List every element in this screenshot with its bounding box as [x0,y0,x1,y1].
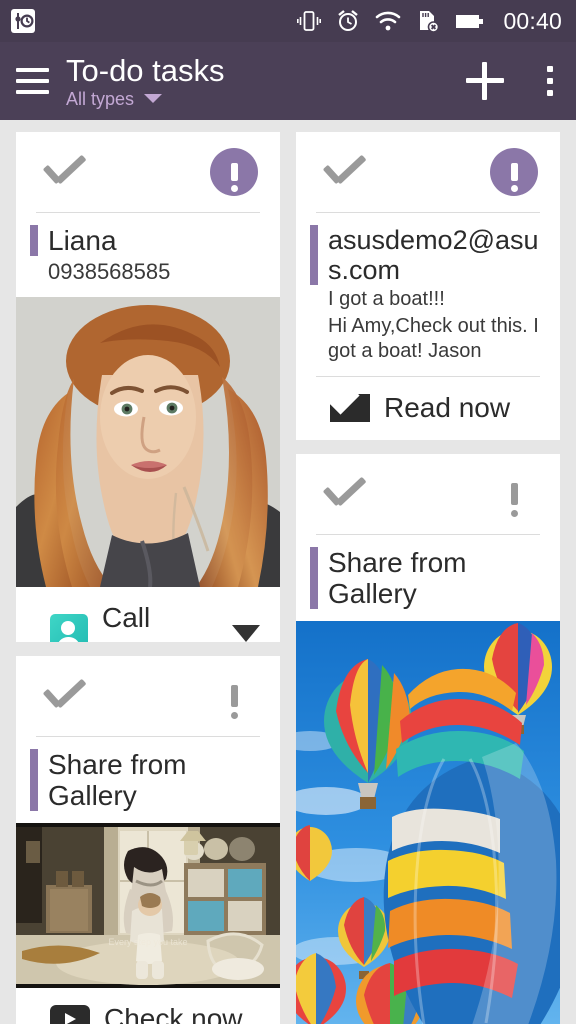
check-icon[interactable] [322,159,368,185]
card-action-label: Call now [102,602,153,643]
app-root: 00:40 To-do tasks All types Liana 093856… [0,0,576,1024]
task-card-call-liana[interactable]: Liana 0938568585 Call [16,132,280,643]
task-card-share-gallery-balloons[interactable]: Share from Gallery [296,454,560,1024]
task-card-share-gallery-video[interactable]: Share from Gallery Every step you take C… [16,656,280,1024]
accent-bar [30,225,38,256]
settings-clock-notification-icon [11,9,35,33]
alert-badge-filled-icon[interactable] [210,148,258,196]
card-body: Share from Gallery [16,737,280,823]
battery-icon [456,15,484,28]
card-title-row: asusdemo2@asus.com [310,225,544,285]
task-column-left: Liana 0938568585 Call Share from Gallery… [16,132,280,1024]
card-title: Share from Gallery [328,547,467,610]
play-icon [50,1005,90,1024]
card-subtitle: 0938568585 [48,259,171,284]
check-icon[interactable] [322,481,368,507]
card-title: Liana [48,225,117,256]
overflow-menu-icon[interactable] [544,63,556,99]
card-title: Share from Gallery [48,749,187,812]
mail-icon [330,394,370,422]
type-filter-label: All types [66,88,135,109]
card-header [16,132,280,212]
card-body: asusdemo2@asus.com I got a boat!!! Hi Am… [296,213,560,376]
alert-exclamation-icon[interactable] [210,672,258,720]
status-bar-clock: 00:40 [503,7,562,34]
chevron-down-icon [144,94,163,103]
add-task-button[interactable] [466,62,504,100]
check-icon[interactable] [42,683,88,709]
task-board: Liana 0938568585 Call Share from Gallery… [0,120,576,1024]
task-column-right: asusdemo2@asus.com I got a boat!!! Hi Am… [296,132,560,1024]
alert-exclamation-icon[interactable] [490,470,538,518]
card-action-read-now[interactable]: Read now [296,377,560,440]
email-preview: Hi Amy,Check out this. I got a boat! Jas… [328,315,539,362]
sdcard-error-icon [420,11,440,33]
wifi-icon [376,11,401,31]
accent-bar [310,225,318,285]
svg-text:Every step you take: Every step you take [108,937,187,947]
title-block: To-do tasks All types [66,52,225,109]
card-action-label: Read now [384,392,511,423]
card-title-row: Liana [30,225,264,256]
task-card-read-email[interactable]: asusdemo2@asus.com I got a boat!!! Hi Am… [296,132,560,441]
hamburger-menu-icon[interactable] [12,64,52,98]
alarm-icon [338,10,359,31]
card-image-video-still[interactable]: Every step you take [16,823,280,989]
card-title-row: Share from Gallery [30,749,264,812]
card-header [16,656,280,736]
email-subject: I got a boat!!! [328,288,445,310]
action-bar: To-do tasks All types [0,42,576,120]
card-image-portrait[interactable] [16,297,280,587]
card-title-row: Share from Gallery [310,547,544,610]
card-header [296,132,560,212]
card-action-call-now[interactable]: Call now [16,587,280,643]
card-body: Liana 0938568585 [16,213,280,297]
card-title: asusdemo2@asus.com [328,225,539,285]
vibrate-icon [297,11,322,31]
caret-down-icon[interactable] [232,624,260,642]
status-bar-notifications [10,8,36,34]
card-action-check-now[interactable]: Check now [16,988,280,1024]
accent-bar [30,749,38,812]
action-bar-actions [466,62,556,100]
accent-bar [310,547,318,610]
check-icon[interactable] [42,159,88,185]
type-filter-dropdown[interactable]: All types [66,89,225,109]
status-bar-icons: 00:40 [296,8,562,35]
contacts-icon [50,614,88,643]
card-header [296,454,560,534]
card-image-balloons[interactable] [296,621,560,1024]
page-title: To-do tasks [66,52,225,88]
card-action-label: Check now [104,1003,243,1024]
alert-badge-filled-icon[interactable] [490,148,538,196]
status-bar: 00:40 [0,0,576,42]
card-body: Share from Gallery [296,535,560,621]
